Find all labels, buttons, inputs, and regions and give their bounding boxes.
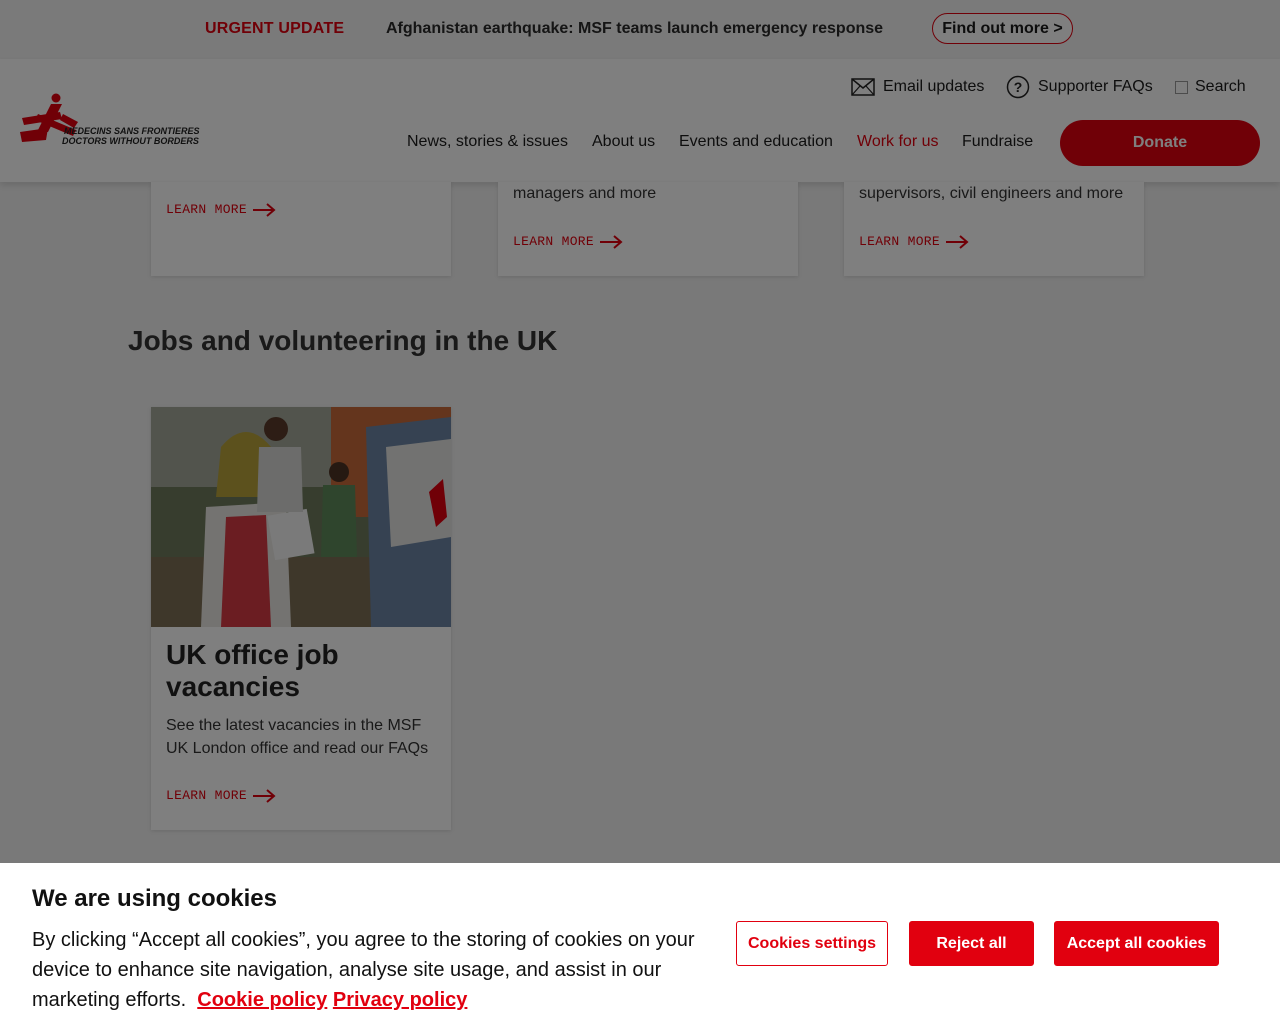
cookie-banner-title: We are using cookies bbox=[32, 885, 277, 912]
cookie-policy-link[interactable]: Cookie policy bbox=[197, 989, 327, 1011]
cookie-banner: We are using cookies By clicking “Accept… bbox=[0, 863, 1280, 1024]
page: URGENT UPDATE Afghanistan earthquake: MS… bbox=[0, 0, 1280, 1024]
cookies-settings-button[interactable]: Cookies settings bbox=[736, 921, 888, 966]
modal-overlay bbox=[0, 0, 1280, 863]
privacy-policy-link[interactable]: Privacy policy bbox=[333, 989, 468, 1011]
accept-all-cookies-button[interactable]: Accept all cookies bbox=[1054, 921, 1219, 966]
cookie-banner-text: By clicking “Accept all cookies”, you ag… bbox=[32, 925, 712, 1015]
reject-all-button[interactable]: Reject all bbox=[909, 921, 1034, 966]
